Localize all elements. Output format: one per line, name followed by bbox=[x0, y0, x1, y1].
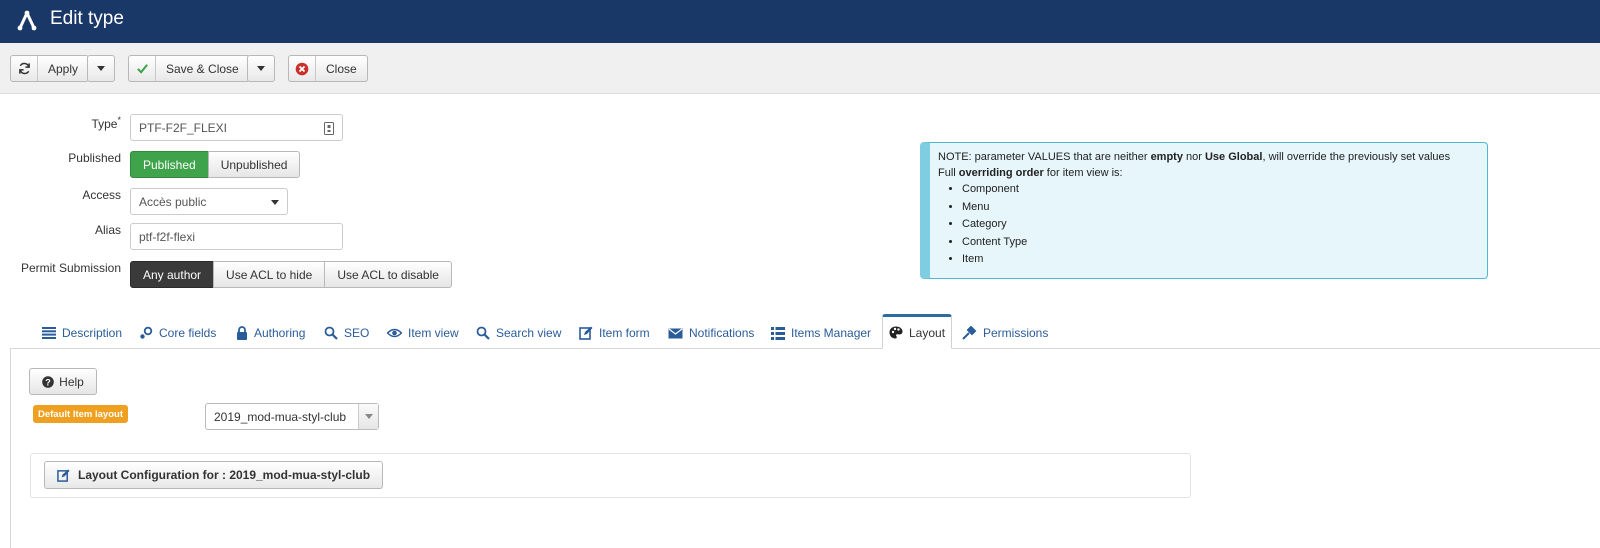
tab-label: Layout bbox=[909, 325, 946, 340]
layout-tab-panel bbox=[10, 349, 1600, 548]
refresh-icon bbox=[11, 56, 38, 81]
close-icon bbox=[289, 56, 316, 81]
apply-label: Apply bbox=[48, 61, 79, 76]
type-input[interactable]: PTF-F2F_FLEXI bbox=[130, 114, 343, 141]
wrench-icon bbox=[962, 326, 977, 340]
lock-icon bbox=[237, 326, 247, 340]
tab-label: Notifications bbox=[689, 326, 755, 340]
list-item: Content Type bbox=[962, 234, 1479, 252]
note-line-2: Full overriding order for item view is: bbox=[938, 167, 1123, 179]
toolbar: Apply Save & Close Close bbox=[0, 43, 1600, 94]
tab-item-form[interactable]: Item form bbox=[579, 318, 650, 348]
tab-label: Search view bbox=[496, 326, 562, 340]
default-layout-badge: Default Item layout bbox=[33, 405, 128, 423]
tab-search-view[interactable]: Search view bbox=[476, 318, 561, 348]
default-layout-value: 2019_mod-mua-styl-club bbox=[214, 409, 347, 424]
help-button[interactable]: ? Help bbox=[29, 368, 97, 395]
search-icon bbox=[476, 326, 490, 340]
published-option[interactable]: Published bbox=[130, 151, 209, 178]
envelope-icon bbox=[668, 328, 683, 338]
select-arrow bbox=[358, 404, 378, 429]
acl-disable-option[interactable]: Use ACL to disable bbox=[324, 261, 452, 288]
alias-value: ptf-f2f-flexi bbox=[139, 229, 196, 244]
tab-permissions[interactable]: Permissions bbox=[962, 318, 1048, 348]
access-value: Accès public bbox=[139, 194, 207, 209]
list-item: Item bbox=[962, 251, 1479, 269]
tab-items-manager[interactable]: Items Manager bbox=[771, 318, 871, 348]
layout-config-label: Layout Configuration for : 2019_mod-mua-… bbox=[78, 468, 371, 482]
list-icon bbox=[42, 327, 56, 339]
permit-submission-toggle: Any author Use ACL to hide Use ACL to di… bbox=[130, 261, 452, 288]
any-author-option[interactable]: Any author bbox=[130, 261, 215, 288]
list-item: Menu bbox=[962, 199, 1479, 217]
override-order-list: Component Menu Category Content Type Ite… bbox=[938, 181, 1479, 269]
note-line-1: NOTE: parameter VALUES that are neither … bbox=[938, 151, 1451, 163]
default-layout-select[interactable]: 2019_mod-mua-styl-club bbox=[205, 403, 379, 430]
tab-layout[interactable]: Layout bbox=[882, 314, 953, 349]
tab-label: Authoring bbox=[254, 326, 306, 340]
eye-icon bbox=[387, 328, 402, 338]
caret-down-icon bbox=[257, 66, 265, 71]
list-item: Component bbox=[962, 181, 1479, 199]
header-bar: Edit type bbox=[0, 0, 1600, 43]
key-icon bbox=[324, 122, 334, 135]
list-icon bbox=[771, 326, 785, 340]
close-button[interactable]: Close bbox=[288, 55, 368, 82]
save-close-button[interactable]: Save & Close bbox=[128, 55, 250, 82]
question-circle-icon: ? bbox=[42, 375, 54, 388]
tab-label: Description bbox=[62, 326, 123, 340]
joomla-icon bbox=[17, 10, 37, 31]
acl-hide-option[interactable]: Use ACL to hide bbox=[213, 261, 326, 288]
layout-config-button[interactable]: Layout Configuration for : 2019_mod-mua-… bbox=[44, 461, 384, 489]
close-label: Close bbox=[326, 61, 357, 76]
list-item: Category bbox=[962, 216, 1479, 234]
save-dropdown-button[interactable] bbox=[247, 55, 275, 82]
tab-authoring[interactable]: Authoring bbox=[236, 318, 305, 348]
published-toggle: Published Unpublished bbox=[130, 151, 301, 178]
tab-label: SEO bbox=[344, 326, 370, 340]
tab-seo[interactable]: SEO bbox=[324, 318, 369, 348]
tab-label: Item form bbox=[599, 326, 650, 340]
edit-icon bbox=[57, 468, 70, 482]
svg-text:?: ? bbox=[45, 377, 51, 387]
alias-label: Alias bbox=[94, 223, 121, 237]
page-title: Edit type bbox=[50, 8, 124, 29]
type-value: PTF-F2F_FLEXI bbox=[139, 120, 228, 135]
caret-down-icon bbox=[271, 200, 279, 205]
permit-submission-label: Permit Submission bbox=[20, 261, 121, 275]
access-select[interactable]: Accès public bbox=[130, 188, 288, 215]
tab-label: Core fields bbox=[159, 326, 217, 340]
access-label: Access bbox=[82, 188, 121, 202]
tab-label: Items Manager bbox=[791, 326, 872, 340]
search-icon bbox=[324, 326, 338, 340]
apply-dropdown-button[interactable] bbox=[87, 55, 115, 82]
palette-icon bbox=[889, 326, 903, 339]
type-label: Type* bbox=[91, 115, 121, 131]
tab-label: Permissions bbox=[983, 326, 1049, 340]
link-icon bbox=[140, 326, 153, 339]
caret-down-icon bbox=[97, 66, 105, 71]
check-icon bbox=[129, 56, 156, 81]
unpublished-option[interactable]: Unpublished bbox=[207, 151, 301, 178]
edit-icon bbox=[579, 326, 593, 340]
tab-core-fields[interactable]: Core fields bbox=[139, 318, 216, 348]
alias-input[interactable]: ptf-f2f-flexi bbox=[130, 223, 343, 250]
tab-item-view[interactable]: Item view bbox=[387, 318, 459, 348]
override-note: NOTE: parameter VALUES that are neither … bbox=[920, 142, 1488, 279]
tab-notifications[interactable]: Notifications bbox=[668, 318, 754, 348]
caret-down-icon bbox=[364, 414, 373, 419]
apply-button[interactable]: Apply bbox=[10, 55, 90, 82]
save-close-label: Save & Close bbox=[166, 61, 239, 76]
help-label: Help bbox=[59, 374, 84, 389]
published-label: Published bbox=[68, 151, 121, 165]
tab-description[interactable]: Description bbox=[42, 318, 122, 348]
tab-label: Item view bbox=[408, 326, 459, 340]
